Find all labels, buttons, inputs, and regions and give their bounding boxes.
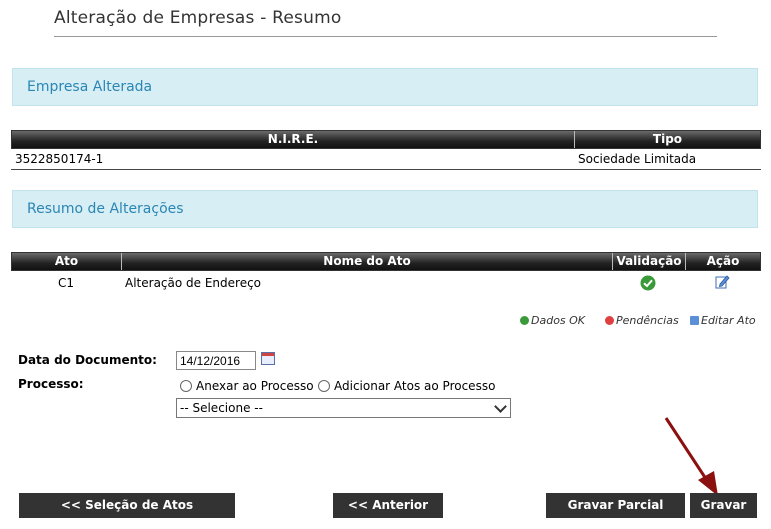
col-tipo: Tipo: [652, 132, 683, 146]
atos-table-header: Ato Nome do Ato Validação Ação: [11, 252, 761, 271]
legend-ok-label: Dados OK: [531, 314, 586, 327]
empresa-section-header: Empresa Alterada: [12, 68, 758, 106]
tipo-value: Sociedade Limitada: [578, 152, 697, 166]
col-acao: Ação: [706, 254, 740, 268]
empresa-table-header: N.I.R.E. Tipo: [11, 130, 761, 149]
anterior-button[interactable]: << Anterior: [333, 493, 443, 518]
pendencias-icon: [605, 316, 614, 325]
title-divider: [54, 36, 717, 37]
resumo-section-header: Resumo de Alterações: [12, 190, 758, 228]
gravar-button[interactable]: Gravar: [690, 493, 757, 518]
data-documento-input[interactable]: [176, 351, 256, 370]
processo-label: Processo:: [18, 377, 84, 391]
legend-pend-label: Pendências: [616, 314, 679, 327]
radio-adicionar[interactable]: [318, 380, 330, 392]
col-ato: Ato: [12, 253, 122, 270]
col-validacao: Validação: [613, 253, 686, 270]
nire-value: 3522850174-1: [15, 152, 104, 166]
empresa-section-title: Empresa Alterada: [27, 79, 153, 95]
edit-icon[interactable]: [715, 274, 730, 292]
data-documento-label: Data do Documento:: [18, 353, 157, 367]
chevron-down-icon: [494, 400, 507, 413]
edit-legend-icon: [690, 316, 699, 325]
processo-select[interactable]: -- Selecione --: [176, 398, 511, 418]
calendar-icon[interactable]: [261, 352, 275, 365]
table-bottom-rule: [11, 169, 761, 170]
radio-anexar[interactable]: [180, 380, 192, 392]
selecao-atos-button[interactable]: << Seleção de Atos: [19, 493, 235, 518]
check-circle-icon: [640, 275, 656, 294]
legend-editar: Editar Ato: [690, 314, 756, 327]
ato-code: C1: [57, 276, 74, 290]
col-nire: N.I.R.E.: [12, 131, 575, 148]
legend-pendencias: Pendências: [605, 314, 679, 327]
page-title: Alteração de Empresas - Resumo: [54, 8, 342, 28]
processo-select-value: -- Selecione --: [180, 401, 263, 415]
annotation-arrow-icon: [664, 417, 718, 496]
col-nome-ato: Nome do Ato: [122, 253, 613, 270]
legend-ok: Dados OK: [520, 314, 585, 327]
table-row: C1 Alteração de Endereço: [11, 273, 761, 295]
gravar-parcial-button[interactable]: Gravar Parcial: [546, 493, 685, 518]
resumo-section-title: Resumo de Alterações: [27, 201, 184, 217]
ok-icon: [520, 316, 529, 325]
radio-anexar-label: Anexar ao Processo: [196, 379, 314, 393]
table-row: 3522850174-1 Sociedade Limitada: [11, 151, 761, 169]
radio-adicionar-label: Adicionar Atos ao Processo: [334, 379, 496, 393]
legend-edit-label: Editar Ato: [701, 314, 756, 327]
ato-name: Alteração de Endereço: [125, 276, 262, 290]
